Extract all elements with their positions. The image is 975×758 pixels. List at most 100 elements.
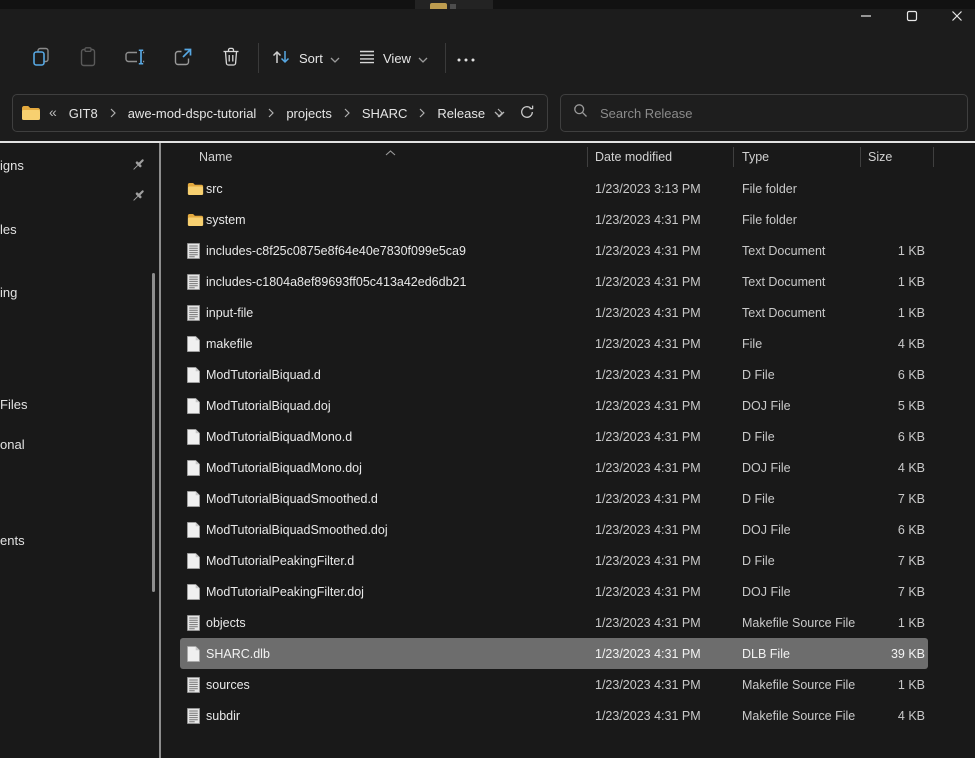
close-icon (951, 10, 963, 25)
table-row[interactable]: ModTutorialBiquadMono.d 1/23/2023 4:31 P… (180, 421, 928, 452)
refresh-button[interactable] (519, 104, 535, 123)
file-size: 7 KB (835, 576, 925, 607)
file-icon (187, 367, 200, 383)
chevron-right-icon (108, 108, 118, 118)
sidebar-item-ing[interactable]: ing (0, 281, 60, 303)
maximize-button[interactable] (889, 3, 934, 32)
minimize-button[interactable] (843, 3, 888, 32)
share-button[interactable] (164, 37, 202, 79)
copy-button[interactable] (22, 37, 60, 79)
column-resize-handle[interactable] (933, 147, 934, 167)
table-row[interactable]: ModTutorialPeakingFilter.doj 1/23/2023 4… (180, 576, 928, 607)
table-row[interactable]: ModTutorialBiquadSmoothed.doj 1/23/2023 … (180, 514, 928, 545)
file-size: 39 KB (835, 638, 925, 669)
sidebar-item-files[interactable]: Files (0, 393, 70, 415)
file-date-modified: 1/23/2023 4:31 PM (595, 390, 735, 421)
chevron-down-icon (494, 106, 505, 121)
maximize-icon (906, 10, 918, 25)
view-button[interactable]: View (350, 42, 436, 74)
file-name: src (206, 173, 576, 204)
rename-button[interactable] (116, 37, 154, 79)
table-row[interactable]: includes-c1804a8ef89693ff05c413a42ed6db2… (180, 266, 928, 297)
breadcrumb-item-sharc[interactable]: SHARC (358, 104, 412, 123)
sidebar-item-ents[interactable]: ents (0, 529, 70, 551)
file-size: 4 KB (835, 452, 925, 483)
sidebar-item-pinned[interactable] (0, 185, 159, 207)
breadcrumb-item-projects[interactable]: projects (282, 104, 336, 123)
table-row[interactable]: makefile 1/23/2023 4:31 PM File 4 KB (180, 328, 928, 359)
sort-button[interactable]: Sort (262, 42, 348, 74)
file-date-modified: 1/23/2023 4:31 PM (595, 638, 735, 669)
table-row[interactable]: sources 1/23/2023 4:31 PM Makefile Sourc… (180, 669, 928, 700)
file-icon (187, 491, 200, 507)
folder-icon (21, 105, 41, 121)
column-header-type[interactable]: Type (742, 150, 842, 164)
chevron-right-icon (342, 108, 352, 118)
column-header-name[interactable]: Name (199, 150, 519, 164)
content-area: igns les ing Files onal ents Name Date m… (0, 143, 975, 758)
sidebar-scrollbar[interactable] (152, 273, 155, 592)
paste-icon (77, 46, 99, 71)
tab-folder-icon (430, 3, 447, 9)
table-row[interactable]: ModTutorialBiquad.doj 1/23/2023 4:31 PM … (180, 390, 928, 421)
file-date-modified: 1/23/2023 3:13 PM (595, 173, 735, 204)
paste-button[interactable] (69, 37, 107, 79)
text-document-icon (187, 708, 200, 724)
file-name: includes-c8f25c0875e8f64e40e7830f099e5ca… (206, 235, 576, 266)
breadcrumb-overflow[interactable]: « (47, 104, 59, 122)
file-date-modified: 1/23/2023 4:31 PM (595, 607, 735, 638)
file-size: 6 KB (835, 359, 925, 390)
close-button[interactable] (934, 3, 975, 32)
file-name: ModTutorialBiquadSmoothed.doj (206, 514, 576, 545)
column-header-date-modified[interactable]: Date modified (595, 150, 715, 164)
file-size: 1 KB (835, 607, 925, 638)
search-input[interactable] (600, 106, 955, 121)
search-icon (573, 103, 588, 123)
file-date-modified: 1/23/2023 4:31 PM (595, 421, 735, 452)
pin-icon (131, 157, 146, 175)
table-row[interactable]: includes-c8f25c0875e8f64e40e7830f099e5ca… (180, 235, 928, 266)
sidebar-item-label: Files (0, 397, 27, 412)
file-name: sources (206, 669, 576, 700)
column-resize-handle[interactable] (733, 147, 734, 167)
navigation-row: « GIT8 awe-mod-dspc-tutorial projects SH… (0, 88, 975, 138)
column-resize-handle[interactable] (860, 147, 861, 167)
file-name: input-file (206, 297, 576, 328)
breadcrumb-item-git8[interactable]: GIT8 (65, 104, 102, 123)
table-row[interactable]: subdir 1/23/2023 4:31 PM Makefile Source… (180, 700, 928, 731)
file-date-modified: 1/23/2023 4:31 PM (595, 204, 735, 235)
file-date-modified: 1/23/2023 4:31 PM (595, 297, 735, 328)
file-size: 7 KB (835, 545, 925, 576)
table-row[interactable]: src 1/23/2023 3:13 PM File folder (180, 173, 928, 204)
delete-button[interactable] (212, 37, 250, 79)
table-row[interactable]: SHARC.dlb 1/23/2023 4:31 PM DLB File 39 … (180, 638, 928, 669)
ellipsis-icon (456, 51, 476, 66)
breadcrumb-item-awe-mod-dspc-tutorial[interactable]: awe-mod-dspc-tutorial (124, 104, 261, 123)
table-row[interactable]: ModTutorialPeakingFilter.d 1/23/2023 4:3… (180, 545, 928, 576)
sidebar-item-les[interactable]: les (0, 218, 60, 240)
folder-icon (187, 213, 204, 227)
chevron-right-icon (266, 108, 276, 118)
table-row[interactable]: ModTutorialBiquad.d 1/23/2023 4:31 PM D … (180, 359, 928, 390)
breadcrumb-item-release[interactable]: Release (433, 104, 489, 123)
file-date-modified: 1/23/2023 4:31 PM (595, 545, 735, 576)
file-explorer-window: Sort View « GIT8 awe-mod-dspc-tut (0, 0, 975, 758)
see-more-button[interactable] (448, 37, 484, 79)
address-dropdown-button[interactable] (494, 106, 505, 121)
file-size: 6 KB (835, 421, 925, 452)
table-row[interactable]: ModTutorialBiquadMono.doj 1/23/2023 4:31… (180, 452, 928, 483)
table-row[interactable]: system 1/23/2023 4:31 PM File folder (180, 204, 928, 235)
tab-glyph-fragment (450, 4, 456, 9)
table-row[interactable]: input-file 1/23/2023 4:31 PM Text Docume… (180, 297, 928, 328)
column-header-size[interactable]: Size (868, 150, 928, 164)
file-name: system (206, 204, 576, 235)
table-row[interactable]: ModTutorialBiquadSmoothed.d 1/23/2023 4:… (180, 483, 928, 514)
file-size: 1 KB (835, 266, 925, 297)
share-icon (172, 46, 194, 71)
sidebar-item-onal[interactable]: onal (0, 433, 70, 455)
address-bar[interactable]: « GIT8 awe-mod-dspc-tutorial projects SH… (12, 94, 548, 132)
sort-icon (270, 48, 292, 69)
table-row[interactable]: objects 1/23/2023 4:31 PM Makefile Sourc… (180, 607, 928, 638)
column-resize-handle[interactable] (587, 147, 588, 167)
sidebar-item-igns[interactable]: igns (0, 154, 159, 176)
